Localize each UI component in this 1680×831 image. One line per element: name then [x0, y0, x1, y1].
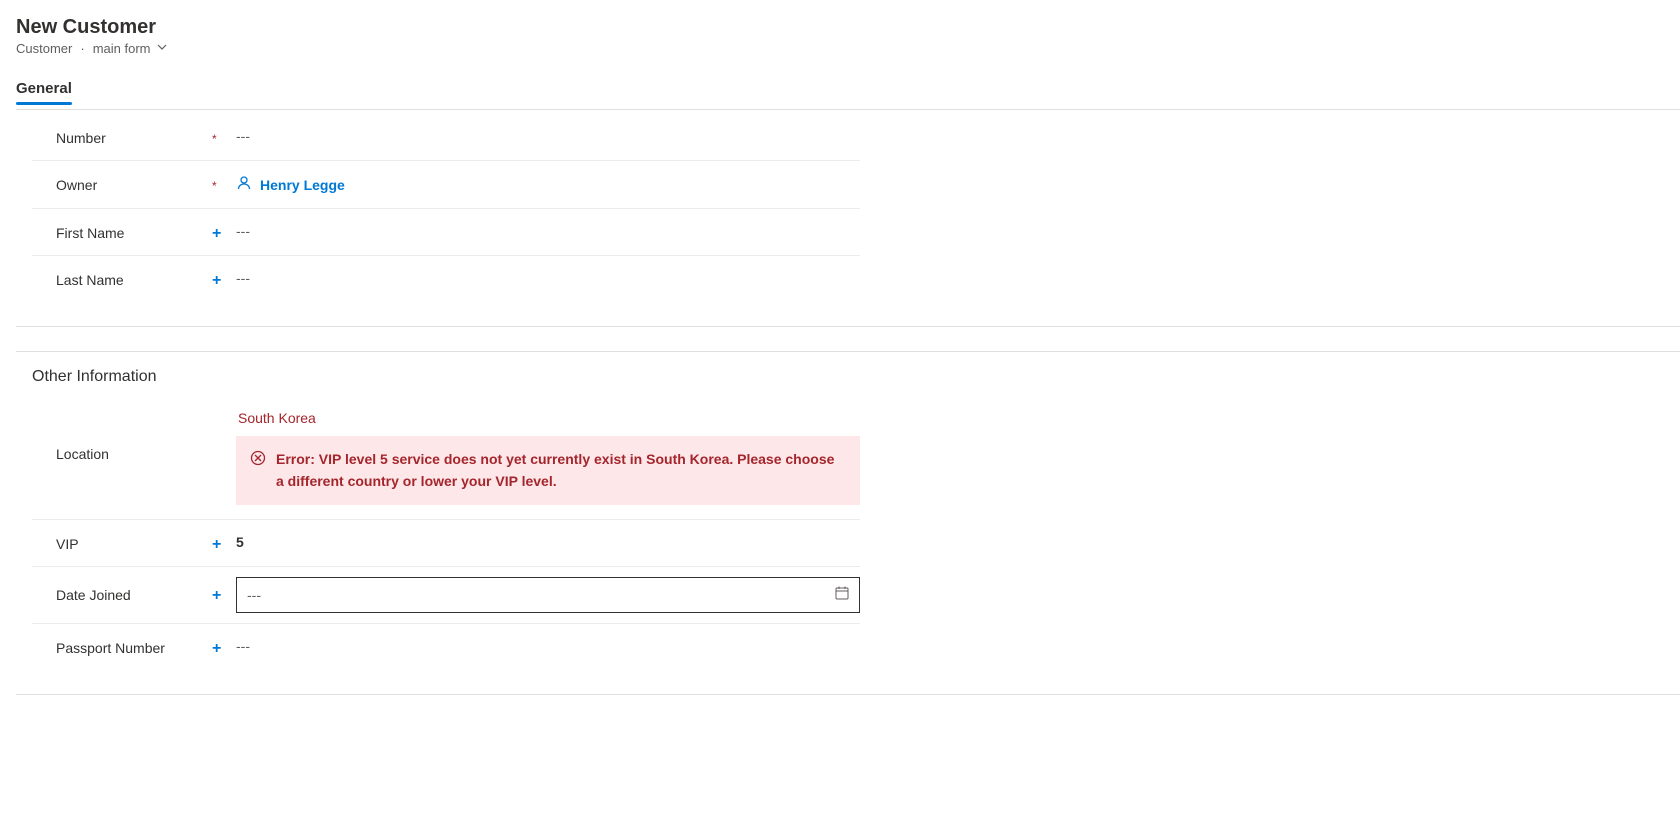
- calendar-picker-button[interactable]: [828, 581, 856, 609]
- field-last-name[interactable]: Last Name + ---: [32, 256, 860, 302]
- field-location-value[interactable]: South Korea: [236, 410, 860, 426]
- page-header: New Customer Customer · main form: [16, 16, 1680, 56]
- form-name: main form: [93, 41, 151, 56]
- entity-name: Customer: [16, 41, 72, 56]
- field-vip[interactable]: VIP + 5: [32, 520, 860, 567]
- error-message-box: Error: VIP level 5 service does not yet …: [236, 436, 860, 505]
- field-passport-value[interactable]: ---: [236, 638, 860, 654]
- section-other-information: Other Information Location South Korea E…: [16, 351, 1680, 695]
- field-last-name-label: Last Name: [32, 270, 212, 288]
- owner-name: Henry Legge: [260, 177, 345, 193]
- required-indicator: *: [212, 128, 236, 146]
- field-number[interactable]: Number * ---: [32, 114, 860, 161]
- field-first-name-label: First Name: [32, 223, 212, 241]
- error-text: Error: VIP level 5 service does not yet …: [276, 448, 846, 493]
- field-vip-label: VIP: [32, 534, 212, 552]
- calendar-icon: [834, 585, 850, 604]
- date-joined-input[interactable]: [236, 577, 860, 613]
- spacer: [212, 410, 236, 446]
- form-selector[interactable]: Customer · main form: [16, 41, 1680, 56]
- field-number-value[interactable]: ---: [236, 128, 860, 144]
- recommended-indicator: +: [212, 223, 236, 241]
- recommended-indicator: +: [212, 534, 236, 552]
- recommended-indicator: +: [212, 638, 236, 656]
- field-passport[interactable]: Passport Number + ---: [32, 624, 860, 670]
- field-owner[interactable]: Owner * Henry Legge: [32, 161, 860, 209]
- field-date-joined[interactable]: Date Joined +: [32, 567, 860, 624]
- error-icon: [250, 448, 266, 469]
- section-general: Number * --- Owner * Henry Legge First N…: [16, 109, 1680, 327]
- required-indicator: *: [212, 175, 236, 193]
- field-location-label: Location: [32, 410, 212, 462]
- field-location[interactable]: Location South Korea Error: VIP level 5 …: [32, 396, 860, 520]
- recommended-indicator: +: [212, 577, 236, 603]
- recommended-indicator: +: [212, 270, 236, 288]
- field-passport-label: Passport Number: [32, 638, 212, 656]
- tab-list: General: [16, 74, 1680, 105]
- field-first-name[interactable]: First Name + ---: [32, 209, 860, 256]
- field-date-joined-label: Date Joined: [32, 577, 212, 603]
- person-icon: [236, 175, 252, 194]
- tab-general[interactable]: General: [16, 74, 72, 105]
- chevron-down-icon: [157, 42, 167, 55]
- owner-lookup-value[interactable]: Henry Legge: [236, 175, 860, 194]
- separator-dot: ·: [80, 41, 84, 56]
- field-vip-value[interactable]: 5: [236, 534, 860, 550]
- section-other-title: Other Information: [16, 352, 1680, 396]
- field-number-label: Number: [32, 128, 212, 146]
- field-owner-label: Owner: [32, 175, 212, 193]
- field-first-name-value[interactable]: ---: [236, 223, 860, 239]
- page-title: New Customer: [16, 16, 1680, 39]
- field-last-name-value[interactable]: ---: [236, 270, 860, 286]
